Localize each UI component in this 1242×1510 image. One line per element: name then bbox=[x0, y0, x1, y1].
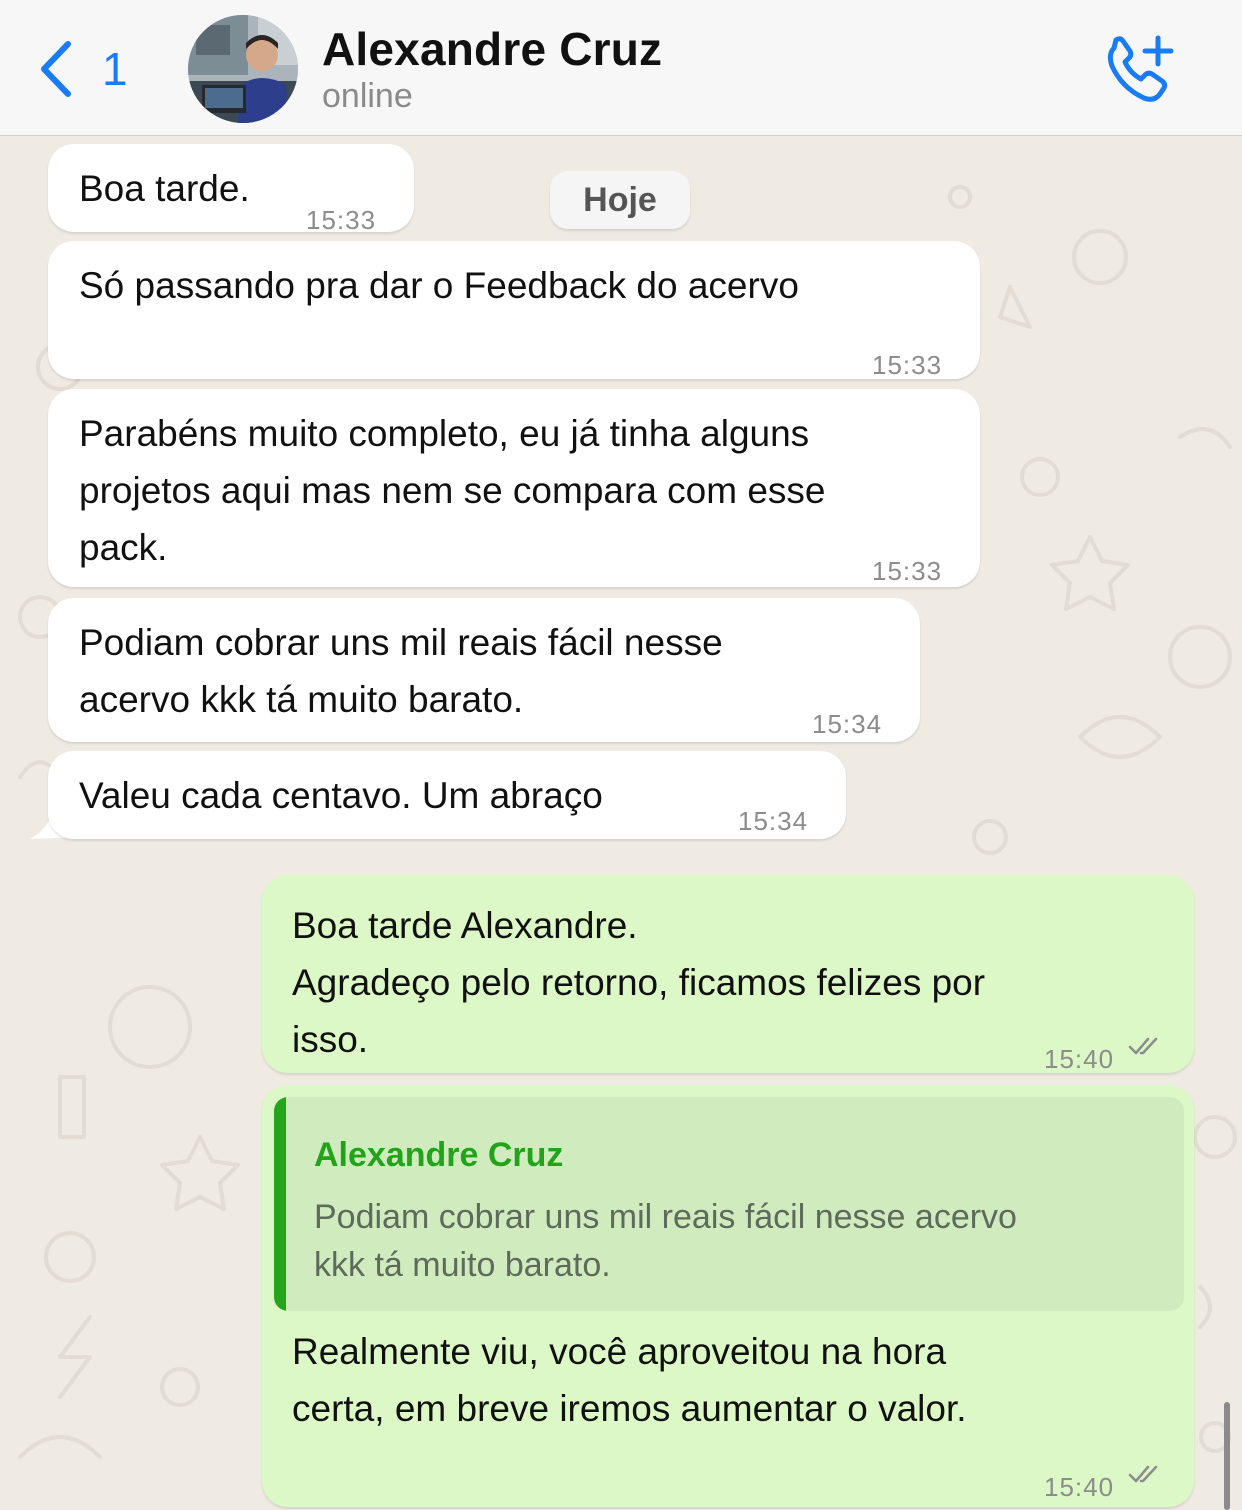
chat-header: 1 Alexandre Cruz online bbox=[0, 0, 1242, 136]
contact-status: online bbox=[322, 77, 413, 115]
message-text: Só passando pra dar o Feedback do acervo bbox=[79, 265, 799, 306]
message-bubble-incoming[interactable]: Boa tarde. 15:33 bbox=[48, 144, 414, 235]
message-bubble-incoming[interactable]: Parabéns muito completo, eu já tinha alg… bbox=[48, 389, 980, 587]
quote-accent-bar bbox=[274, 1097, 286, 1311]
message-text: Boa tarde Alexandre. Agradeço pelo retor… bbox=[292, 905, 986, 1060]
date-separator: Hoje bbox=[550, 171, 690, 229]
message-text: Podiam cobrar uns mil reais fácil nesse … bbox=[79, 622, 723, 720]
avatar-photo bbox=[188, 15, 298, 123]
contact-name[interactable]: Alexandre Cruz bbox=[322, 22, 662, 76]
message-time: 15:34 bbox=[738, 806, 809, 836]
message-time: 15:33 bbox=[872, 556, 943, 586]
add-call-icon bbox=[1107, 35, 1174, 102]
back-chevron-icon bbox=[41, 41, 71, 97]
message-bubble-outgoing-reply[interactable]: Alexandre Cruz Podiam cobrar uns mil rea… bbox=[262, 1085, 1194, 1507]
back-button[interactable]: 1 bbox=[36, 40, 136, 98]
read-ticks-icon bbox=[1128, 1037, 1158, 1055]
message-time: 15:34 bbox=[812, 709, 883, 739]
message-bubble-incoming[interactable]: Valeu cada centavo. Um abraço 15:34 bbox=[48, 751, 846, 839]
message-text: Parabéns muito completo, eu já tinha alg… bbox=[79, 413, 826, 568]
quoted-message[interactable]: Alexandre Cruz Podiam cobrar uns mil rea… bbox=[274, 1097, 1184, 1311]
chat-area[interactable]: Boa tarde. 15:33 Hoje Só passando pra da… bbox=[0, 137, 1242, 1510]
quoted-author: Alexandre Cruz bbox=[314, 1136, 564, 1174]
message-text: Valeu cada centavo. Um abraço bbox=[79, 775, 603, 816]
message-bubble-incoming[interactable]: Podiam cobrar uns mil reais fácil nesse … bbox=[48, 598, 920, 742]
contact-avatar[interactable] bbox=[188, 15, 298, 123]
message-time: 15:40 bbox=[1044, 1472, 1115, 1502]
scrollbar[interactable] bbox=[1224, 1402, 1230, 1510]
read-ticks-icon bbox=[1128, 1465, 1158, 1483]
quoted-text: Podiam cobrar uns mil reais fácil nesse … bbox=[314, 1198, 1017, 1284]
message-time: 15:33 bbox=[872, 350, 943, 380]
message-text: Realmente viu, você aproveitou na hora c… bbox=[292, 1331, 967, 1429]
message-time: 15:40 bbox=[1044, 1044, 1115, 1074]
unread-count: 1 bbox=[102, 43, 128, 95]
add-call-button[interactable] bbox=[1100, 30, 1180, 106]
message-bubble-outgoing[interactable]: Boa tarde Alexandre. Agradeço pelo retor… bbox=[262, 875, 1194, 1074]
message-bubble-incoming[interactable]: Só passando pra dar o Feedback do acervo… bbox=[48, 241, 980, 380]
